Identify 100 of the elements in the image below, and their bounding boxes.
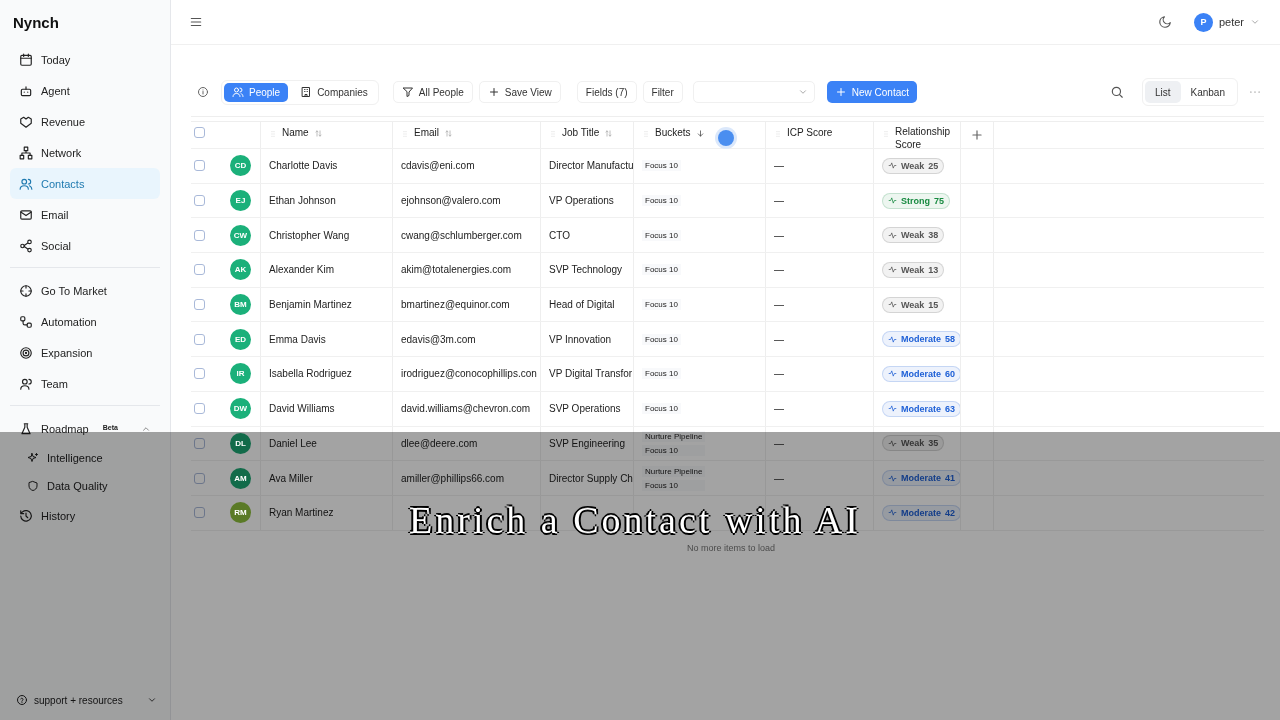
column-header[interactable]: Job Title [541, 122, 634, 148]
pulse-icon [888, 265, 897, 275]
icp-score: — [774, 229, 784, 241]
relationship-badge: Moderate 63 [882, 400, 960, 417]
support-menu[interactable]: support + resources [10, 694, 160, 706]
contact-name[interactable]: Alexander Kim [269, 264, 335, 276]
chevron-icon [1250, 17, 1260, 27]
contact-name[interactable]: Charlotte Davis [269, 160, 338, 172]
contact-name[interactable]: Benjamin Martinez [269, 299, 352, 311]
contact-name[interactable]: Isabella Rodriguez [269, 368, 352, 380]
job-title: SVP Technology [549, 264, 623, 276]
bucket-tag: Focus 10 [642, 444, 706, 456]
pulse-icon [888, 404, 897, 414]
row-checkbox[interactable] [194, 507, 205, 519]
layout-tab[interactable]: List [1144, 81, 1181, 103]
contact-avatar: ED [230, 328, 251, 350]
dropdown-field[interactable] [692, 81, 815, 103]
row-checkbox[interactable] [194, 229, 205, 241]
crosshair-icon [19, 283, 33, 298]
pulse-icon [888, 508, 897, 518]
sidebar-item[interactable]: Agent [10, 75, 160, 106]
icp-score: — [774, 160, 784, 172]
bucket-tag: Focus 10 [642, 264, 681, 276]
sidebar-item[interactable]: Today [10, 44, 160, 75]
sidebar-item[interactable]: Team [10, 368, 160, 399]
filter-button[interactable]: Filter [642, 81, 683, 103]
sidebar-item[interactable]: Email [10, 199, 160, 230]
search-icon [1109, 85, 1124, 99]
users-icon [232, 86, 244, 98]
row-checkbox[interactable] [194, 264, 205, 276]
row-checkbox[interactable] [194, 403, 205, 415]
row-checkbox[interactable] [194, 333, 205, 345]
email-text: akim@totalenergies.com [401, 264, 512, 276]
row-checkbox[interactable] [194, 195, 205, 207]
icp-score: — [774, 403, 784, 415]
row-checkbox[interactable] [194, 160, 205, 172]
relationship-badge: Weak 13 [882, 261, 945, 278]
sidebar-item[interactable]: Social [10, 230, 160, 261]
moon-icon [1157, 15, 1172, 29]
user-menu[interactable]: P peter [1187, 11, 1266, 33]
history-icon [19, 508, 33, 523]
user-icon [19, 376, 33, 391]
cursor-dot [718, 130, 734, 146]
job-title: CTO [549, 229, 570, 241]
contact-name[interactable]: David Williams [269, 403, 335, 415]
sidebar-item[interactable]: History [10, 500, 160, 531]
row-checkbox[interactable] [194, 368, 205, 380]
email-text: irodriguez@conocophillips.con [401, 368, 537, 380]
email-text: ejohnson@valero.com [401, 195, 501, 207]
column-header[interactable]: ICP Score [766, 122, 874, 148]
fields-button[interactable]: Fields (7) [576, 81, 637, 103]
bucket-tag: Focus 10 [642, 299, 681, 311]
column-header[interactable]: Relationship Score [874, 122, 961, 148]
view-tab[interactable]: People [224, 82, 289, 102]
contact-avatar: CD [230, 155, 251, 177]
sidebar-item[interactable]: Revenue [10, 106, 160, 137]
pulse-icon [888, 438, 897, 448]
bucket-tag: Nurture Pipeline [642, 465, 706, 477]
shield-icon [27, 480, 39, 492]
column-header[interactable]: Name [261, 122, 393, 148]
sidebar-subitem[interactable]: Data Quality [10, 472, 160, 500]
sidebar-item[interactable]: Go To Market [10, 275, 160, 306]
filter-icon [401, 86, 414, 98]
email-text: david.williams@chevron.com [401, 403, 531, 415]
sidebar-item[interactable]: Automation [10, 306, 160, 337]
row-checkbox[interactable] [194, 299, 205, 311]
video-caption: Enrich a Contact with AI [409, 500, 861, 540]
relationship-badge: Moderate 41 [882, 470, 960, 487]
row-checkbox[interactable] [194, 437, 205, 449]
sidebar-item[interactable]: Contacts [10, 168, 160, 199]
sidebar-subitem[interactable]: Intelligence [10, 444, 160, 472]
save-view-button[interactable]: Save View [478, 81, 561, 103]
contact-name[interactable]: Emma Davis [269, 333, 326, 345]
share-icon [19, 238, 33, 253]
contact-avatar: CW [230, 224, 251, 246]
new-contact-button[interactable]: New Contact [826, 81, 917, 103]
contact-name[interactable]: Ava Miller [269, 472, 313, 484]
sidebar-item[interactable]: Expansion [10, 337, 160, 368]
view-selector[interactable]: All People [392, 81, 473, 103]
select-all-checkbox[interactable] [194, 127, 205, 138]
add-column-button[interactable] [970, 128, 984, 142]
row-checkbox[interactable] [194, 472, 205, 484]
job-title: VP Operations [549, 195, 614, 207]
contact-name[interactable]: Christopher Wang [269, 229, 350, 241]
robot-icon [19, 83, 33, 98]
pulse-icon [888, 369, 897, 379]
contact-name[interactable]: Ryan Martinez [269, 507, 334, 519]
target-icon [19, 345, 33, 360]
contact-name[interactable]: Ethan Johnson [269, 195, 336, 207]
chevron-icon [146, 695, 157, 705]
bucket-tag: Focus 10 [642, 160, 681, 172]
job-title: VP Digital Transfor [549, 368, 633, 380]
email-text: cwang@schlumberger.com [401, 229, 522, 241]
job-title: Head of Digital [549, 299, 615, 311]
relationship-badge: Weak 35 [882, 435, 945, 452]
contact-name[interactable]: Daniel Lee [269, 437, 317, 449]
contact-avatar: BM [230, 294, 251, 316]
sidebar-item[interactable]: Network [10, 137, 160, 168]
column-header[interactable]: Email [393, 122, 541, 148]
icp-score: — [774, 299, 784, 311]
